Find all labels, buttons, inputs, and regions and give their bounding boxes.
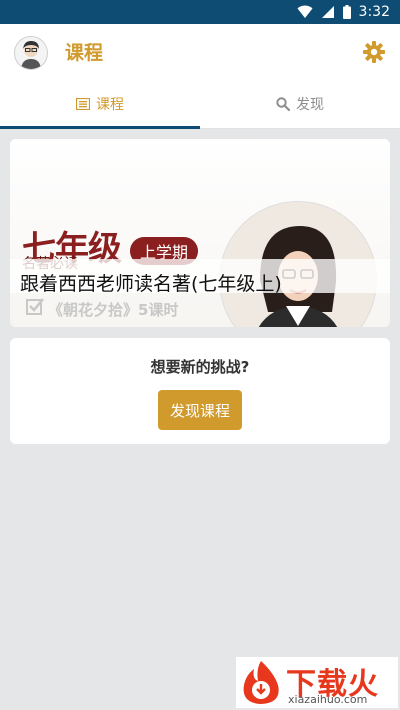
avatar-icon (21, 41, 41, 69)
watermark-logo: 下载火 xiazaihuo.com (236, 657, 398, 708)
course-card[interactable]: 七年级 上学期 名著必读 《朝花夕拾》5课时 跟着西西老师读名著(七年级上) (10, 139, 390, 327)
settings-button[interactable] (362, 40, 386, 64)
course-cover: 七年级 上学期 名著必读 《朝花夕拾》5课时 (10, 139, 390, 327)
tab-discover[interactable]: 发现 (200, 80, 400, 128)
tab-courses-label: 课程 (96, 97, 124, 113)
tab-bar: 课程 发现 (0, 80, 400, 129)
watermark-url: xiazaihuo.com (288, 693, 368, 706)
challenge-card: 想要新的挑战? 发现课程 (10, 338, 390, 444)
app-bar: 课程 (0, 24, 400, 80)
battery-icon (342, 5, 351, 19)
course-title: 跟着西西老师读名著(七年级上) (20, 273, 282, 295)
page-title: 课程 (65, 42, 104, 64)
tab-discover-label: 发现 (296, 97, 324, 113)
gear-icon (363, 41, 385, 63)
list-icon (76, 98, 90, 110)
flame-logo-icon (243, 661, 279, 704)
search-icon (276, 97, 290, 111)
signal-icon (321, 6, 334, 18)
discover-courses-button[interactable]: 发现课程 (158, 390, 242, 430)
checkbox-icon (26, 298, 44, 315)
active-tab-indicator (0, 126, 200, 129)
status-time: 3:32 (358, 4, 390, 20)
challenge-prompt: 想要新的挑战? (150, 358, 250, 376)
wifi-icon (297, 5, 313, 18)
tab-courses[interactable]: 课程 (0, 80, 200, 128)
cover-book-title: 《朝花夕拾》5课时 (48, 301, 179, 319)
avatar[interactable] (14, 36, 48, 70)
status-bar: 3:32 (0, 0, 400, 24)
status-icons: 3:32 (297, 3, 390, 21)
